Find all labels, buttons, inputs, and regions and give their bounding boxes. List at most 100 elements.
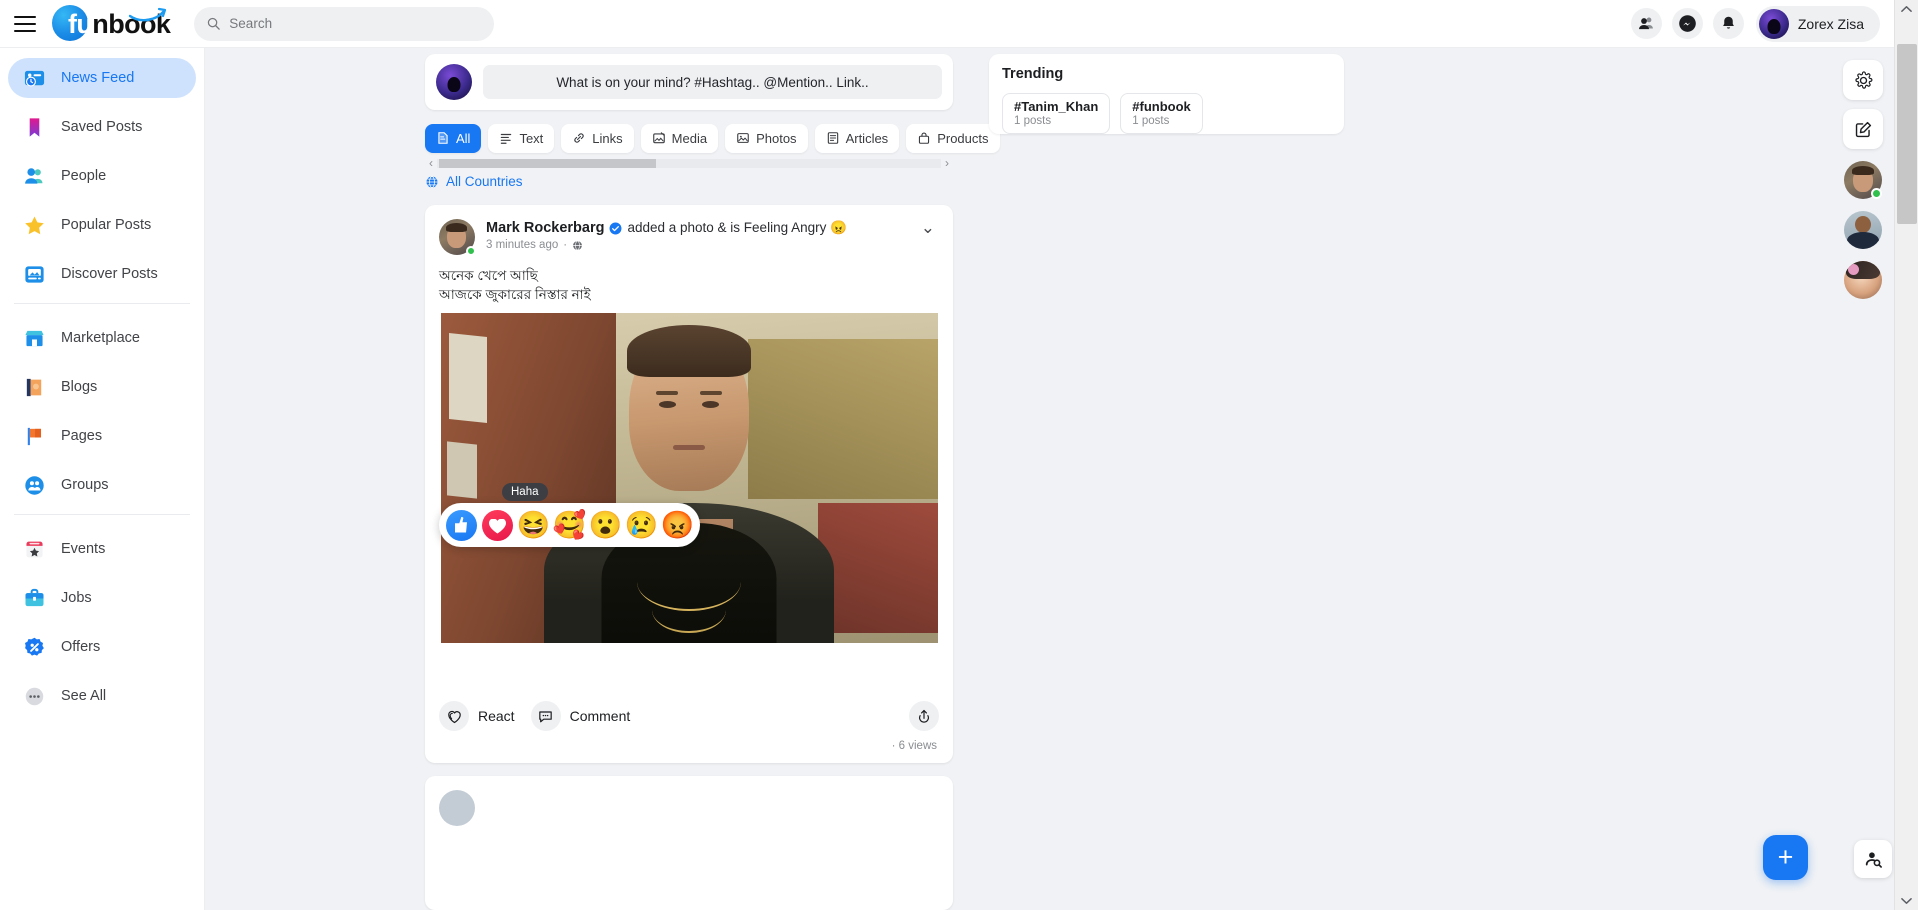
tab-text[interactable]: Text — [488, 123, 555, 153]
reaction-haha-icon[interactable]: 😆 — [517, 510, 551, 541]
sidebar-label: Blogs — [61, 379, 98, 395]
tab-photos[interactable]: Photos — [725, 123, 808, 153]
scrollbar-track[interactable] — [1895, 18, 1918, 892]
sidebar-label: Saved Posts — [61, 119, 143, 135]
sidebar-item-popular-posts[interactable]: Popular Posts — [8, 205, 196, 245]
bell-glyph — [1722, 16, 1734, 29]
calendar-icon — [22, 537, 46, 561]
tabs-horizontal-scrollbar[interactable]: ‹ › — [425, 156, 953, 170]
contact-avatar-3[interactable] — [1844, 261, 1882, 299]
sidebar-item-blogs[interactable]: Blogs — [8, 367, 196, 407]
country-filter[interactable]: All Countries — [425, 174, 523, 189]
post-text-line-1: অনেক খেপে আছি — [439, 268, 538, 283]
sidebar-item-offers[interactable]: Offers — [8, 627, 196, 667]
friends-icon[interactable] — [1630, 8, 1662, 39]
settings-button[interactable] — [1843, 60, 1883, 100]
reaction-care-icon[interactable]: 🥰 — [553, 510, 587, 541]
scrollbar-down-arrow-icon[interactable] — [1901, 892, 1912, 910]
sidebar-label: News Feed — [61, 70, 135, 86]
tabs-scroll-thumb[interactable] — [439, 158, 656, 168]
post-author-avatar[interactable] — [439, 219, 476, 256]
sidebar-item-marketplace[interactable]: Marketplace — [8, 318, 196, 358]
next-post-avatar[interactable] — [439, 790, 475, 826]
post-photo[interactable] — [440, 313, 938, 644]
header-actions: Zorex Zisa — [1630, 5, 1894, 42]
left-sidebar: News Feed Saved Posts People Popular Pos… — [0, 48, 205, 910]
sidebar-label: See All — [61, 688, 107, 704]
tabs-scroll-track[interactable] — [437, 158, 941, 168]
search-input[interactable]: Search — [194, 6, 495, 41]
globe-icon — [426, 175, 438, 188]
sidebar-item-discover-posts[interactable]: Discover Posts — [8, 254, 196, 294]
tab-label: Links — [592, 130, 623, 146]
share-button[interactable] — [909, 701, 939, 731]
post-action-row: React Comment — [439, 701, 939, 731]
hamburger-icon[interactable] — [14, 15, 36, 32]
trending-tag-name: #Tanim_Khan — [1014, 99, 1099, 114]
comment-button-label: Comment — [569, 708, 631, 724]
find-people-button[interactable] — [1854, 840, 1892, 878]
tab-label: Text — [519, 130, 544, 146]
swoosh-icon — [129, 7, 167, 21]
post-timestamp: 3 minutes ago — [486, 239, 559, 251]
share-icon — [919, 709, 929, 723]
post-author-name[interactable]: Mark Rockerbarg — [486, 220, 604, 236]
trending-tag[interactable]: #Tanim_Khan 1 posts — [1002, 93, 1111, 134]
verified-badge-icon — [610, 222, 622, 234]
post-text-line-2: আজকে জুকারের নিস্তার নাই — [439, 287, 591, 303]
composer-avatar — [436, 64, 472, 100]
contact-avatar-1[interactable] — [1844, 161, 1882, 199]
tab-all[interactable]: All — [425, 123, 482, 153]
tab-products[interactable]: Products — [906, 123, 1000, 153]
reaction-wow-icon[interactable]: 😮 — [589, 510, 623, 541]
sidebar-item-news-feed[interactable]: News Feed — [8, 58, 196, 98]
user-menu[interactable]: Zorex Zisa — [1755, 5, 1880, 42]
tab-media[interactable]: Media — [640, 123, 719, 153]
tab-label: Products — [937, 130, 989, 146]
briefcase-icon — [22, 586, 46, 610]
top-header: funbook Search Zorex Zisa — [0, 0, 1894, 48]
tab-links[interactable]: Links — [561, 123, 634, 153]
messenger-icon[interactable] — [1671, 8, 1703, 39]
sidebar-item-pages[interactable]: Pages — [8, 416, 196, 456]
trending-tag-list: #Tanim_Khan 1 posts #funbook 1 posts — [1002, 93, 1331, 134]
tab-label: Photos — [756, 130, 797, 146]
compose-button[interactable] — [1843, 109, 1883, 149]
tabs-scroll-left-icon[interactable]: ‹ — [425, 156, 437, 170]
comment-button[interactable]: Comment — [530, 701, 631, 731]
tabs-scroll-right-icon[interactable]: › — [941, 156, 953, 170]
trending-tag[interactable]: #funbook 1 posts — [1120, 93, 1203, 134]
sidebar-item-people[interactable]: People — [8, 156, 196, 196]
feed-filter-tabs: All Text Links Media Photos Articles Pro… — [425, 122, 1000, 154]
contact-avatar-2[interactable] — [1844, 211, 1882, 249]
trending-tag-count: 1 posts — [1014, 115, 1052, 127]
photo-building-right-2 — [817, 503, 938, 634]
trending-panel: Trending #Tanim_Khan 1 posts #funbook 1 … — [989, 54, 1344, 134]
create-post-fab[interactable]: + — [1763, 835, 1808, 880]
sidebar-item-saved-posts[interactable]: Saved Posts — [8, 107, 196, 147]
reaction-love-icon[interactable] — [482, 509, 513, 541]
reaction-angry-icon[interactable]: 😡 — [661, 510, 695, 541]
brand-logo-funbook[interactable]: funbook — [50, 4, 171, 42]
photo-hair — [627, 325, 751, 378]
reaction-like-icon[interactable] — [446, 509, 477, 541]
sidebar-item-jobs[interactable]: Jobs — [8, 578, 196, 618]
sidebar-item-see-all[interactable]: See All — [8, 676, 196, 716]
media-icon — [652, 132, 665, 144]
post-options-chevron-down-icon[interactable]: ⌄ — [917, 219, 939, 236]
scrollbar-up-arrow-icon[interactable] — [1901, 0, 1912, 18]
browser-scrollbar[interactable] — [1894, 0, 1918, 910]
reaction-tooltip: Haha — [502, 483, 548, 501]
composer-input[interactable]: What is on your mind? #Hashtag.. @Mentio… — [483, 65, 942, 99]
tab-articles[interactable]: Articles — [814, 123, 900, 153]
reaction-sad-icon[interactable]: 😢 — [625, 510, 659, 541]
groups-icon — [22, 473, 46, 497]
notifications-icon[interactable] — [1712, 8, 1744, 39]
photo-brow-right — [700, 391, 722, 396]
react-button[interactable]: React — [439, 701, 515, 731]
link-icon — [574, 133, 584, 143]
country-filter-label: All Countries — [446, 174, 523, 189]
sidebar-item-events[interactable]: Events — [8, 529, 196, 569]
scrollbar-thumb[interactable] — [1897, 44, 1917, 224]
sidebar-item-groups[interactable]: Groups — [8, 465, 196, 505]
